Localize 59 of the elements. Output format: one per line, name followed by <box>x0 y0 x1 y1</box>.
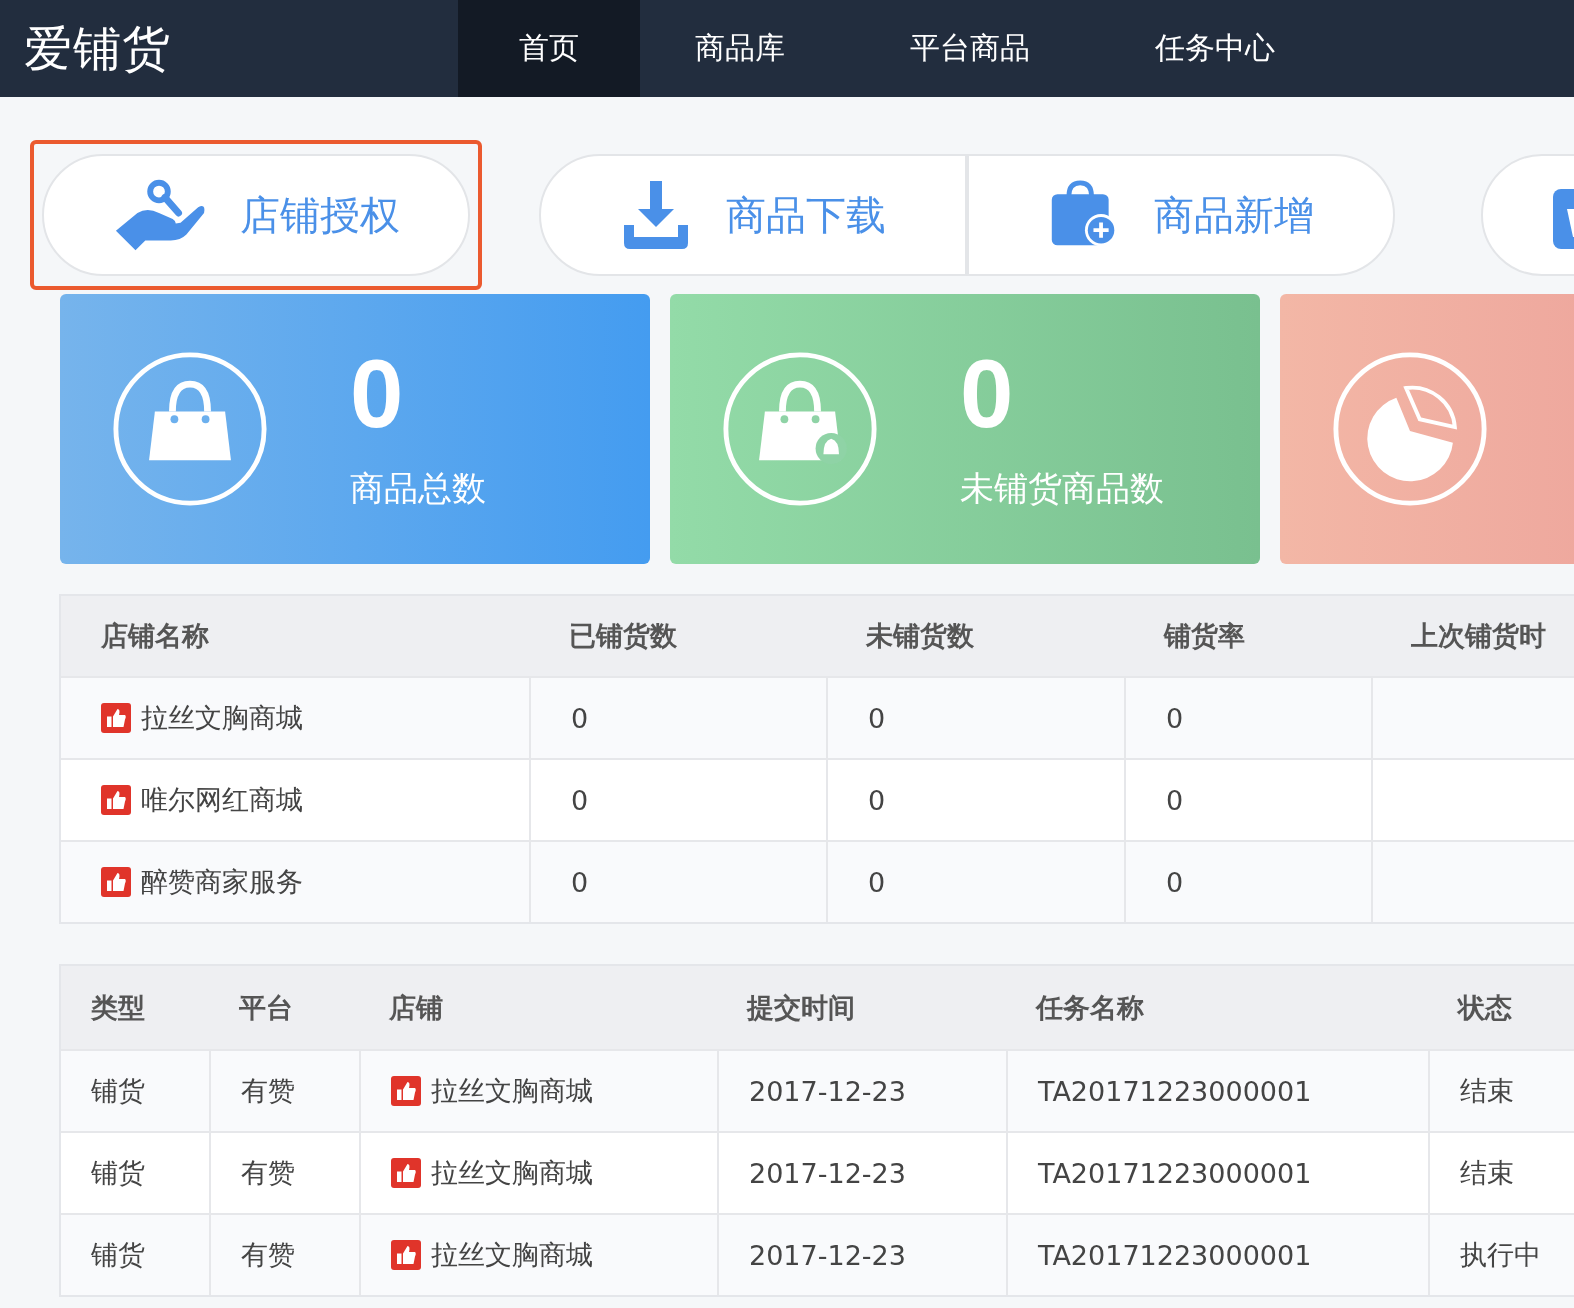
table-cell-text: 有赞 <box>241 1156 295 1190</box>
column-header: 提交时间 <box>747 990 855 1025</box>
table-cell: TA20171223000001 <box>1038 1157 1312 1189</box>
table-cell: 2017-12-23 <box>749 1239 906 1271</box>
column-header: 状态 <box>1458 990 1512 1025</box>
nav-tab[interactable]: 平台商品 <box>840 0 1100 97</box>
shop-name: 拉丝文胸商城 <box>141 701 303 735</box>
table-cell: 0 <box>571 784 589 816</box>
column-header: 已铺货数 <box>569 619 677 653</box>
table-cell: TA20171223000001 <box>1038 1239 1312 1271</box>
shop-name: 唯尔网红商城 <box>141 783 303 817</box>
table-cell-text: 结束 <box>1460 1156 1514 1190</box>
stat-value: 0 <box>350 346 405 442</box>
shop-name: 拉丝文胸商城 <box>431 1074 593 1108</box>
table-cell-text: 有赞 <box>241 1074 295 1108</box>
column-header: 上次铺货时 <box>1411 619 1546 653</box>
table-cell: 0 <box>571 702 589 734</box>
stat-label: 商品总数 <box>350 467 486 510</box>
table-cell: 0 <box>1166 702 1184 734</box>
table-cell: TA20171223000001 <box>1038 1075 1312 1107</box>
table-cell: 2017-12-23 <box>749 1157 906 1189</box>
table-cell-text: 执行中 <box>1460 1238 1541 1272</box>
table-cell: 0 <box>1166 784 1184 816</box>
table-cell-text: 有赞 <box>241 1238 295 1272</box>
column-header: 铺货率 <box>1164 619 1245 653</box>
table-cell: 0 <box>571 866 589 898</box>
thumbs-up-icon <box>101 785 131 815</box>
shop-name: 拉丝文胸商城 <box>431 1156 593 1190</box>
nav-tab[interactable]: 首页 <box>458 0 640 97</box>
column-header: 未铺货数 <box>866 619 974 653</box>
nav-tab[interactable]: 任务中心 <box>1100 0 1330 97</box>
table-cell: 0 <box>868 784 886 816</box>
thumbs-up-icon <box>391 1158 421 1188</box>
logo: 爱铺货 <box>24 18 172 78</box>
column-header: 店铺名称 <box>101 619 209 653</box>
table-cell-text: 铺货 <box>91 1238 145 1272</box>
column-header: 任务名称 <box>1036 990 1144 1025</box>
thumbs-up-icon <box>101 703 131 733</box>
pie-chart-icon <box>1332 351 1488 507</box>
table-cell-text: 铺货 <box>91 1074 145 1108</box>
thumbs-up-icon <box>391 1240 421 1270</box>
shop-name: 醉赞商家服务 <box>141 865 303 899</box>
column-header: 店铺 <box>389 990 443 1025</box>
bag-bell-icon <box>722 351 878 507</box>
column-header: 类型 <box>91 990 145 1025</box>
thumbs-up-icon <box>391 1076 421 1106</box>
bag-icon <box>112 351 268 507</box>
table-cell-text: 结束 <box>1460 1074 1514 1108</box>
nav-tab[interactable]: 商品库 <box>640 0 840 97</box>
table-cell: 0 <box>1166 866 1184 898</box>
table-cell: 0 <box>868 702 886 734</box>
table-cell: 0 <box>868 866 886 898</box>
thumbs-up-icon <box>101 867 131 897</box>
stat-label: 未铺货商品数 <box>960 467 1164 510</box>
table-cell: 2017-12-23 <box>749 1075 906 1107</box>
table-cell-text: 铺货 <box>91 1156 145 1190</box>
stat-value: 0 <box>960 346 1015 442</box>
column-header: 平台 <box>239 990 293 1025</box>
shop-name: 拉丝文胸商城 <box>431 1238 593 1272</box>
